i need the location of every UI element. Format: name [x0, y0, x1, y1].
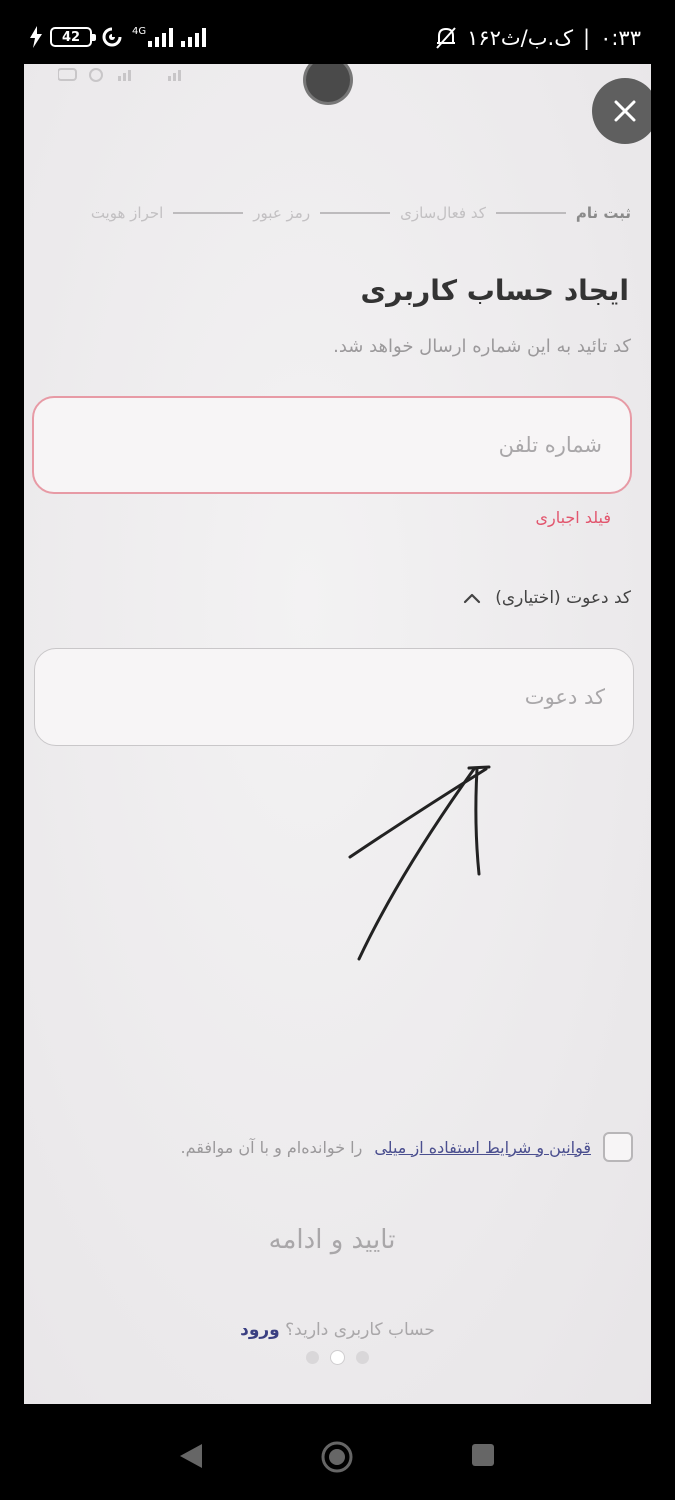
login-question: حساب کاربری دارید؟ [285, 1320, 435, 1340]
app-screen: ثبت نام کد فعال‌سازی رمز عبور احراز هویت… [24, 64, 651, 1404]
step-connector [320, 212, 391, 214]
signal-icon [181, 27, 207, 47]
clock: ۰:۳۳ [600, 26, 641, 50]
phone-input[interactable] [34, 398, 630, 492]
confirm-continue-button[interactable]: تایید و ادامه [32, 1202, 632, 1278]
signal-icon [148, 27, 174, 47]
step-connector [173, 212, 244, 214]
page-dot [356, 1351, 369, 1364]
inner-status-icons [58, 68, 181, 82]
home-icon[interactable] [320, 1440, 354, 1474]
terms-row: قوانین و شرایط استفاده از میلی را خوانده… [181, 1132, 633, 1162]
bell-off-icon [436, 27, 456, 49]
step-signup: ثبت نام [575, 204, 631, 222]
terms-text: را خوانده‌ام و با آن موافقم. [180, 1137, 363, 1157]
bolt-icon [30, 26, 42, 48]
hand-drawn-arrow [348, 765, 491, 961]
close-button[interactable] [592, 78, 651, 144]
page-title: ایجاد حساب کاربری [360, 274, 629, 307]
step-password: رمز عبور [253, 204, 311, 222]
status-right-group: ۱۶۲ک.ب/ث | ۰:۳۳ [435, 26, 641, 50]
login-prompt: حساب کاربری دارید؟ ورود [24, 1320, 651, 1340]
page-subtitle: کد تائید به این شماره ارسال خواهد شد. [333, 336, 631, 357]
signup-stepper: ثبت نام کد فعال‌سازی رمز عبور احراز هویت [91, 204, 631, 222]
invite-toggle-label: کد دعوت (اختیاری) [495, 588, 631, 608]
data-rate: ۱۶۲ک.ب/ث [467, 26, 573, 50]
page-dot-active [331, 1351, 344, 1364]
status-left-group: 42 4G [30, 26, 207, 48]
login-link[interactable]: ورود [240, 1320, 280, 1340]
phone-field-wrapper [32, 396, 632, 494]
battery-level: 42 [61, 29, 81, 45]
system-nav-bar [0, 1404, 675, 1500]
invite-field-wrapper [34, 648, 634, 746]
page-dot [306, 1351, 319, 1364]
back-icon[interactable] [178, 1442, 204, 1470]
terms-checkbox[interactable] [603, 1132, 633, 1162]
network-type-label: 4G [132, 26, 147, 37]
terms-link[interactable]: قوانین و شرایط استفاده از میلی [374, 1138, 591, 1157]
invite-code-toggle[interactable]: کد دعوت (اختیاری) [463, 588, 631, 608]
close-icon [614, 100, 636, 122]
step-identity-verification: احراز هویت [90, 204, 164, 222]
device-status-bar: 42 4G ۱۶۲ک.ب/ث | ۰:۳۳ [0, 0, 675, 64]
page-indicator [306, 1351, 369, 1364]
hotspot-icon [102, 26, 124, 47]
status-divider: | [583, 26, 591, 50]
battery-icon: 42 [50, 27, 96, 47]
chevron-up-icon [464, 593, 481, 604]
invite-code-input[interactable] [35, 649, 633, 745]
phone-error-message: فیلد اجباری [535, 508, 611, 527]
step-connector [495, 212, 566, 214]
recents-icon[interactable] [470, 1442, 496, 1468]
camera-cutout [306, 64, 350, 102]
step-activation-code: کد فعال‌سازی [400, 204, 486, 222]
